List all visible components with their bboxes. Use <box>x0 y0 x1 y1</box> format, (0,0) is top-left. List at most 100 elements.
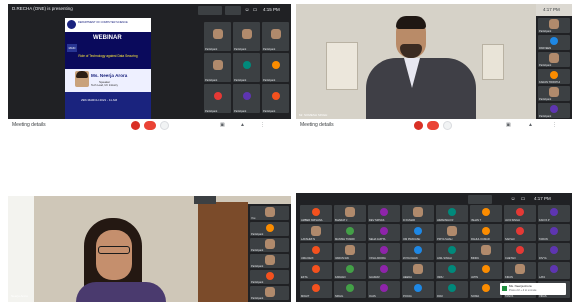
chat-icon[interactable]: ▭ <box>520 196 526 202</box>
participant-tile[interactable]: PRIYA SHAH <box>436 224 468 241</box>
participant-tile[interactable]: Participant <box>538 86 570 101</box>
participant-tile[interactable]: AMBER KRISHNA <box>300 205 332 222</box>
participant-chip[interactable] <box>468 195 492 204</box>
participant-tile[interactable]: ISHAN T <box>470 205 502 222</box>
participant-tile[interactable]: YASH ARORA <box>368 243 400 260</box>
participant-tile[interactable]: JAYA SINGH <box>504 205 536 222</box>
participant-tile[interactable]: VARUN RAI <box>334 243 366 260</box>
participant-tile[interactable]: OJAS <box>368 281 400 298</box>
participant-chip[interactable] <box>225 6 241 15</box>
participant-tile[interactable]: BINDU <box>470 243 502 260</box>
participant-tile[interactable]: Participant <box>262 84 289 113</box>
participant-tile[interactable]: Participant <box>250 238 289 252</box>
participant-avatar <box>242 91 251 100</box>
participant-video <box>345 244 355 255</box>
participant-video <box>447 225 457 236</box>
participant-name: AMBER KRISHNA <box>301 219 323 222</box>
participant-tile[interactable]: KIRAN <box>504 262 536 279</box>
participant-avatar <box>312 264 320 273</box>
participant-tile[interactable]: Participant <box>250 254 289 268</box>
participant-tile[interactable]: DIVYA <box>538 243 570 260</box>
participant-tile[interactable]: NEHA GUPTA <box>368 224 400 241</box>
participant-tile[interactable]: JATIN <box>470 262 502 279</box>
participant-tile[interactable]: FARHAN <box>334 262 366 279</box>
participant-tile[interactable]: Participant <box>204 53 231 82</box>
participant-tile[interactable]: Participant <box>233 22 260 51</box>
participant-tile[interactable]: RAHUL KUMAR <box>470 224 502 241</box>
participant-tile[interactable]: LAKSHMI N <box>300 224 332 241</box>
participant-tile[interactable]: Participant <box>262 53 289 82</box>
poster-footer: 29th MARCH 2021 - 11 AM <box>65 92 151 122</box>
hangup-button[interactable] <box>427 121 439 130</box>
participant-tile[interactable]: Participant <box>538 103 570 118</box>
people-icon[interactable]: ☺ <box>244 7 250 13</box>
notification-subtitle: Press ctrl + d to unmute <box>509 289 537 292</box>
participant-name: LATA <box>539 276 546 279</box>
participant-avatar <box>516 245 524 254</box>
participant-tile[interactable]: NIKHIL <box>334 281 366 298</box>
participant-tile[interactable]: Participant <box>538 52 570 67</box>
participant-tile[interactable]: ZOYA KHAN <box>402 243 434 260</box>
present-now-icon[interactable]: ▲ <box>528 122 533 128</box>
more-options-icon[interactable]: ⋮ <box>260 122 265 128</box>
participant-tile[interactable]: D KUMAR <box>402 205 434 222</box>
participant-tile[interactable]: LATA <box>538 262 570 279</box>
participant-tile[interactable]: CHETAN <box>504 243 536 260</box>
participant-tile[interactable]: SONIA <box>470 281 502 298</box>
people-icon[interactable]: ☺ <box>510 196 516 202</box>
participant-tile[interactable]: BHARAT J <box>334 205 366 222</box>
participant-name: You <box>251 217 256 220</box>
clock: 4:17 PM <box>534 196 551 201</box>
participant-tile[interactable]: DEV SRIVAS <box>368 205 400 222</box>
participant-chip[interactable] <box>198 6 222 15</box>
participant-tile[interactable]: Participant <box>204 22 231 51</box>
participant-tile[interactable]: You <box>250 206 289 220</box>
participant-tile[interactable]: OM PRAKASH <box>402 224 434 241</box>
participant-tile[interactable]: Participant <box>204 84 231 113</box>
participant-tile[interactable]: KAVYA P <box>538 205 570 222</box>
participant-tile[interactable]: Participant <box>250 286 289 300</box>
participant-tile[interactable]: MOHIT <box>300 281 332 298</box>
webinar-date: 29th MARCH 2021 - 11 AM <box>81 98 118 102</box>
participant-tile[interactable]: EKTA <box>300 262 332 279</box>
captions-icon[interactable]: ▣ <box>506 122 511 128</box>
participant-tile[interactable]: Participant <box>250 222 289 236</box>
hangup-button[interactable] <box>144 121 156 130</box>
participant-video <box>264 206 275 217</box>
participant-tile[interactable]: INDU <box>436 262 468 279</box>
participant-tile[interactable]: RAVI <box>436 281 468 298</box>
participant-tile[interactable]: ANIL SINGH <box>436 243 468 260</box>
meeting-details-button[interactable]: Meeting details <box>12 122 46 128</box>
participant-tile[interactable]: Participant <box>262 22 289 51</box>
participant-tile[interactable]: Participant <box>233 84 260 113</box>
participant-name: CHETAN <box>505 257 516 260</box>
participant-tile[interactable]: Participant <box>233 53 260 82</box>
poster-banner: WEBINAR Role of Technology against Data … <box>65 32 151 69</box>
participant-tile[interactable]: SAKSHI <box>504 224 536 241</box>
participant-tile[interactable]: HIMANSHU R <box>436 205 468 222</box>
mic-off-button[interactable] <box>414 121 423 130</box>
more-options-icon[interactable]: ⋮ <box>552 122 557 128</box>
participant-name: Participant <box>539 115 552 118</box>
participant-tile[interactable]: Participant <box>250 270 289 284</box>
meeting-details-button[interactable]: Meeting details <box>300 122 334 128</box>
camera-button[interactable] <box>443 121 452 130</box>
participant-tile[interactable]: HEENA <box>402 262 434 279</box>
participant-video <box>549 87 559 97</box>
chat-icon[interactable]: ▭ <box>252 7 258 13</box>
participant-tile[interactable]: UMA DEVI <box>300 243 332 260</box>
camera-button[interactable] <box>160 121 169 130</box>
participant-tile[interactable]: MANISH TIWARI <box>334 224 366 241</box>
participant-tile[interactable]: KARAN TRIPATHI <box>538 69 570 84</box>
participant-tile[interactable]: POOJA <box>402 281 434 298</box>
present-now-icon[interactable]: ▲ <box>240 122 245 128</box>
participant-tile[interactable]: GAURAV <box>368 262 400 279</box>
participant-tile[interactable]: PARVEEN <box>538 35 570 50</box>
captions-icon[interactable]: ▣ <box>220 122 225 128</box>
notification-title: Ms. Neerja Arora <box>509 284 532 288</box>
participant-tile[interactable]: Participant <box>538 18 570 33</box>
participant-avatar <box>271 91 280 100</box>
participant-tile[interactable]: TARUN <box>538 224 570 241</box>
participant-name: Participant <box>251 265 264 268</box>
mic-off-button[interactable] <box>131 121 140 130</box>
